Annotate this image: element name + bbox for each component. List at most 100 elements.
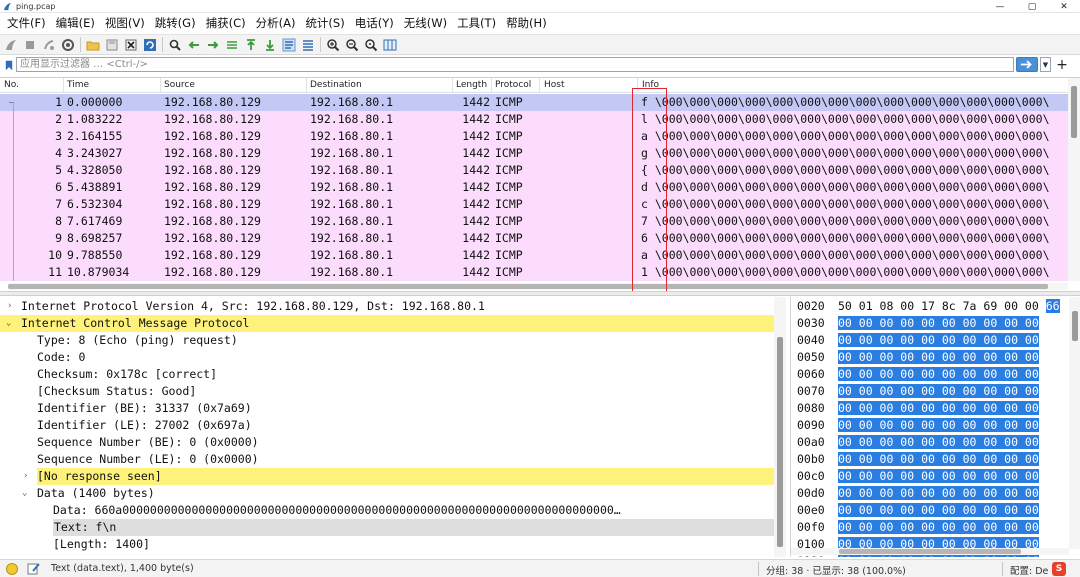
edit-comment-icon[interactable] bbox=[27, 562, 41, 575]
packet-list-hscroll[interactable] bbox=[8, 283, 1068, 290]
close-file-icon[interactable] bbox=[123, 37, 139, 53]
go-forward-icon[interactable] bbox=[205, 37, 221, 53]
tree-item-sequence-be[interactable]: Sequence Number (BE): 0 (0x0000) bbox=[0, 434, 774, 451]
maximize-button[interactable]: ▢ bbox=[1016, 0, 1048, 13]
packet-list-vscroll[interactable] bbox=[1068, 78, 1080, 281]
packet-details: › Internet Protocol Version 4, Src: 192.1… bbox=[0, 297, 786, 557]
tree-item-checksum-status[interactable]: [Checksum Status: Good] bbox=[0, 383, 774, 400]
menu-analyze[interactable]: 分析(A) bbox=[251, 13, 301, 34]
table-row[interactable]: 5 4.328050 192.168.80.129 192.168.80.1 1442 I… bbox=[0, 162, 1068, 179]
tree-item-checksum[interactable]: Checksum: 0x178c [correct] bbox=[0, 366, 774, 383]
tree-item-data[interactable]: ⌄ Data (1400 bytes) bbox=[0, 485, 774, 502]
toolbar-separator bbox=[80, 37, 81, 52]
main-toolbar bbox=[0, 34, 1080, 55]
go-to-packet-icon[interactable] bbox=[224, 37, 240, 53]
column-destination[interactable]: Destination bbox=[310, 79, 362, 92]
overlay-logo-icon: S bbox=[1052, 562, 1066, 576]
toolbar-separator bbox=[320, 37, 321, 52]
expert-info-icon[interactable] bbox=[6, 563, 18, 575]
tree-item-icmp[interactable]: ⌄ Internet Control Message Protocol bbox=[0, 315, 774, 332]
title-bar: ping.pcap — ▢ ✕ bbox=[0, 0, 1080, 13]
status-separator bbox=[758, 562, 759, 576]
zoom-in-icon[interactable] bbox=[325, 37, 341, 53]
go-first-icon[interactable] bbox=[243, 37, 259, 53]
open-file-icon[interactable] bbox=[85, 37, 101, 53]
close-button[interactable]: ✕ bbox=[1048, 0, 1080, 13]
chevron-right-icon[interactable]: › bbox=[23, 468, 28, 485]
toolbar-separator bbox=[162, 37, 163, 52]
menu-edit[interactable]: 编辑(E) bbox=[51, 13, 100, 34]
autoscroll-icon[interactable] bbox=[281, 37, 297, 53]
go-back-icon[interactable] bbox=[186, 37, 202, 53]
column-source[interactable]: Source bbox=[164, 79, 195, 92]
column-no[interactable]: No. bbox=[4, 79, 19, 92]
tree-item-text[interactable]: Text: f\n bbox=[0, 519, 774, 536]
chevron-down-icon[interactable]: ▼ bbox=[1040, 57, 1051, 72]
menu-wireless[interactable]: 无线(W) bbox=[399, 13, 452, 34]
save-file-icon[interactable] bbox=[104, 37, 120, 53]
chevron-down-icon[interactable]: ⌄ bbox=[22, 485, 27, 502]
menu-help[interactable]: 帮助(H) bbox=[501, 13, 552, 34]
start-capture-icon[interactable] bbox=[3, 37, 19, 53]
tree-item-identifier-le[interactable]: Identifier (LE): 27002 (0x697a) bbox=[0, 417, 774, 434]
table-row[interactable]: 3 2.164155 192.168.80.129 192.168.80.1 1442 I… bbox=[0, 128, 1068, 145]
menu-bar: 文件(F) 编辑(E) 视图(V) 跳转(G) 捕获(C) 分析(A) 统计(S… bbox=[0, 13, 1080, 34]
table-row[interactable]: 1 0.000000 192.168.80.129 192.168.80.1 1442 I… bbox=[0, 94, 1068, 111]
column-protocol[interactable]: Protocol bbox=[495, 79, 531, 92]
restart-capture-icon[interactable] bbox=[41, 37, 57, 53]
menu-capture[interactable]: 捕获(C) bbox=[201, 13, 251, 34]
table-row[interactable]: 7 6.532304 192.168.80.129 192.168.80.1 1442 I… bbox=[0, 196, 1068, 213]
menu-go[interactable]: 跳转(G) bbox=[150, 13, 201, 34]
table-row[interactable]: 8 7.617469 192.168.80.129 192.168.80.1 1442 I… bbox=[0, 213, 1068, 230]
stop-capture-icon[interactable] bbox=[22, 37, 38, 53]
packet-list: No. Time Source Destination Length Proto… bbox=[0, 77, 1080, 291]
display-filter-input[interactable]: 应用显示过滤器 … <Ctrl-/> bbox=[16, 57, 1014, 72]
menu-statistics[interactable]: 统计(S) bbox=[300, 13, 349, 34]
table-row[interactable]: 9 8.698257 192.168.80.129 192.168.80.1 1442 I… bbox=[0, 230, 1068, 247]
column-time[interactable]: Time bbox=[67, 79, 89, 92]
go-last-icon[interactable] bbox=[262, 37, 278, 53]
add-filter-button[interactable]: + bbox=[1054, 56, 1070, 73]
chevron-down-icon[interactable]: ⌄ bbox=[6, 315, 11, 332]
menu-view[interactable]: 视图(V) bbox=[100, 13, 150, 34]
menu-telephony[interactable]: 电话(Y) bbox=[350, 13, 399, 34]
profile-selector[interactable]: 配置: De bbox=[1010, 563, 1048, 577]
bookmark-icon[interactable] bbox=[3, 58, 15, 72]
pane-splitter[interactable] bbox=[0, 291, 1080, 296]
reload-file-icon[interactable] bbox=[142, 37, 158, 53]
window-title: ping.pcap bbox=[16, 1, 56, 11]
minimize-button[interactable]: — bbox=[984, 0, 1016, 13]
bytes-vscroll[interactable] bbox=[1069, 297, 1080, 549]
column-info[interactable]: Info bbox=[642, 79, 659, 92]
menu-file[interactable]: 文件(F) bbox=[2, 13, 51, 34]
zoom-out-icon[interactable] bbox=[344, 37, 360, 53]
apply-filter-button[interactable] bbox=[1016, 57, 1038, 72]
column-length[interactable]: Length bbox=[456, 79, 487, 92]
tree-item-sequence-le[interactable]: Sequence Number (LE): 0 (0x0000) bbox=[0, 451, 774, 468]
tree-item-ipv4[interactable]: › Internet Protocol Version 4, Src: 192.1… bbox=[0, 298, 774, 315]
status-field-info: Text (data.text), 1,400 byte(s) bbox=[51, 563, 194, 574]
tree-item-type[interactable]: Type: 8 (Echo (ping) request) bbox=[0, 332, 774, 349]
chevron-right-icon[interactable]: › bbox=[7, 298, 12, 315]
normal-size-icon[interactable] bbox=[363, 37, 379, 53]
resize-columns-icon[interactable] bbox=[382, 37, 398, 53]
details-vscroll[interactable] bbox=[774, 297, 786, 557]
tree-item-length[interactable]: [Length: 1400] bbox=[0, 536, 774, 553]
find-packet-icon[interactable] bbox=[167, 37, 183, 53]
tree-item-no-response[interactable]: › [No response seen] bbox=[0, 468, 774, 485]
tree-item-code[interactable]: Code: 0 bbox=[0, 349, 774, 366]
status-bar: Text (data.text), 1,400 byte(s) 分组: 38 ·… bbox=[0, 559, 1080, 577]
menu-tools[interactable]: 工具(T) bbox=[452, 13, 501, 34]
tree-item-data-hex[interactable]: Data: 660a000000000000000000000000000000… bbox=[0, 502, 774, 519]
table-row[interactable]: 11 10.879034 192.168.80.129 192.168.80.1 144… bbox=[0, 264, 1068, 281]
bytes-hscroll[interactable] bbox=[791, 548, 1069, 555]
table-row[interactable]: 2 1.083222 192.168.80.129 192.168.80.1 1442 I… bbox=[0, 111, 1068, 128]
packet-rows: 1 0.000000 192.168.80.129 192.168.80.1 1442 I… bbox=[0, 94, 1068, 281]
table-row[interactable]: 4 3.243027 192.168.80.129 192.168.80.1 1442 I… bbox=[0, 145, 1068, 162]
table-row[interactable]: 10 9.788550 192.168.80.129 192.168.80.1 1442… bbox=[0, 247, 1068, 264]
colorize-icon[interactable] bbox=[300, 37, 316, 53]
column-host[interactable]: Host bbox=[544, 79, 565, 92]
capture-options-icon[interactable] bbox=[60, 37, 76, 53]
tree-item-identifier-be[interactable]: Identifier (BE): 31337 (0x7a69) bbox=[0, 400, 774, 417]
table-row[interactable]: 6 5.438891 192.168.80.129 192.168.80.1 1442 I… bbox=[0, 179, 1068, 196]
